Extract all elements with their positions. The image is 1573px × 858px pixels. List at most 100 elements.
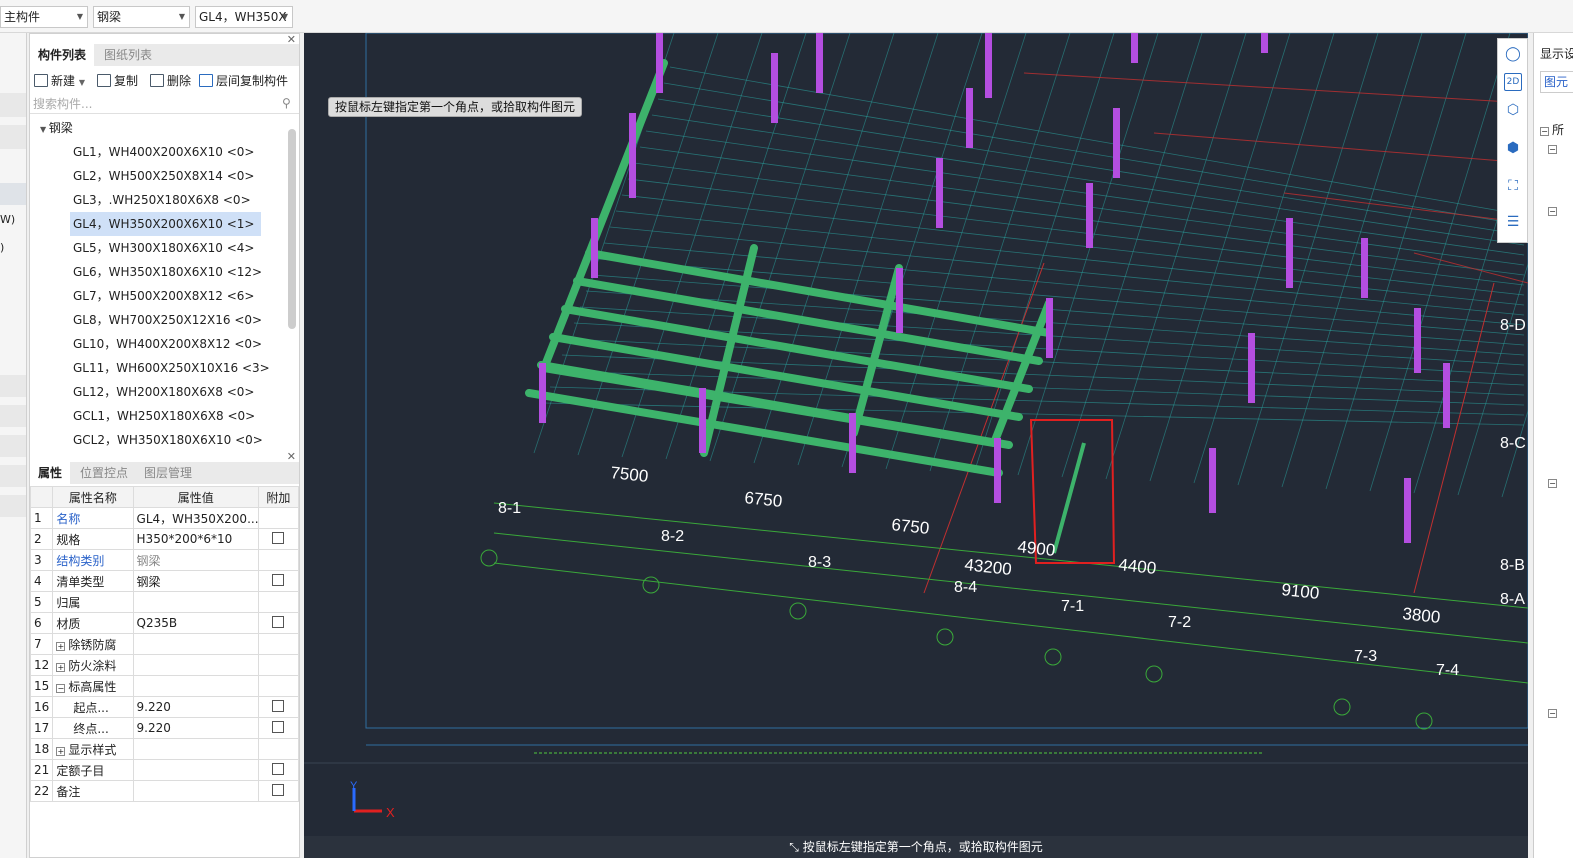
collapse-icon[interactable]: − bbox=[1548, 705, 1560, 719]
tab-drawing-list[interactable]: 图纸列表 bbox=[96, 44, 160, 66]
component-list-item[interactable]: GL5，WH300X180X6X10 <4> bbox=[70, 236, 254, 260]
orbit-icon[interactable]: ◯ bbox=[1502, 43, 1524, 65]
property-row[interactable]: 18 + 显示样式 bbox=[29, 738, 300, 760]
nav-item[interactable] bbox=[0, 93, 26, 117]
property-value[interactable] bbox=[132, 654, 259, 676]
property-row[interactable]: 17 终点... 9.220 bbox=[29, 717, 300, 739]
tab-properties[interactable]: 属性 bbox=[30, 462, 71, 484]
property-row[interactable]: 12 + 防火涂料 bbox=[29, 654, 300, 676]
attach-checkbox[interactable] bbox=[272, 720, 285, 733]
component-list-item[interactable]: GL11，WH600X250X10X16 <3> bbox=[70, 356, 270, 380]
property-row[interactable]: 7 + 除锈防腐 bbox=[29, 633, 300, 655]
property-value[interactable] bbox=[132, 780, 259, 802]
tree-scrollbar[interactable] bbox=[288, 129, 296, 329]
component-list-item[interactable]: GL3，.WH250X180X6X8 <0> bbox=[70, 188, 251, 212]
expand-icon[interactable]: + bbox=[56, 746, 66, 756]
property-value[interactable] bbox=[132, 675, 259, 697]
property-value[interactable]: H350*200*6*10 bbox=[132, 528, 259, 550]
property-row[interactable]: 1 名称 GL4，WH350X200... bbox=[29, 507, 300, 529]
tab-elements[interactable]: 图元 bbox=[1540, 71, 1573, 93]
property-value[interactable] bbox=[132, 738, 259, 760]
property-name-text: 归属 bbox=[56, 595, 81, 610]
property-value[interactable] bbox=[132, 633, 259, 655]
property-value[interactable]: 钢梁 bbox=[132, 570, 259, 592]
nav-item[interactable] bbox=[0, 375, 26, 397]
attach-checkbox[interactable] bbox=[272, 615, 285, 628]
cad-drawing[interactable]: 7500 6750 6750 432004900 4400 9100 3800 8-1 8-2 8… bbox=[304, 33, 1528, 836]
collapse-icon[interactable]: − bbox=[1548, 203, 1560, 217]
component-category-value: 钢梁 bbox=[97, 10, 122, 24]
dimension-label: 4400 bbox=[1118, 555, 1158, 578]
tree-root[interactable]: ▼ 钢梁 bbox=[40, 116, 73, 140]
attach-checkbox[interactable] bbox=[272, 699, 285, 712]
property-value[interactable]: 9.220 bbox=[132, 696, 259, 718]
nav-item-paren[interactable]: ) bbox=[0, 241, 4, 254]
2d-icon[interactable]: 2D bbox=[1504, 73, 1522, 91]
nav-item[interactable] bbox=[0, 405, 26, 427]
expand-icon[interactable]: + bbox=[56, 641, 66, 651]
property-row[interactable]: 2 规格 H350*200*6*10 bbox=[29, 528, 300, 550]
attach-checkbox[interactable] bbox=[272, 573, 285, 586]
property-row[interactable]: 15− 标高属性 bbox=[29, 675, 300, 697]
property-row[interactable]: 16 起点... 9.220 bbox=[29, 696, 300, 718]
nav-item[interactable] bbox=[0, 495, 26, 517]
collapse-icon[interactable]: − bbox=[1548, 475, 1560, 489]
copy-button[interactable]: 复制 bbox=[97, 71, 138, 91]
search-icon[interactable]: ⚲ bbox=[282, 96, 291, 110]
component-list-item[interactable]: GL7，WH500X200X8X12 <6> bbox=[70, 284, 254, 308]
property-row[interactable]: 5 归属 bbox=[29, 591, 300, 613]
tab-layer-management[interactable]: 图层管理 bbox=[136, 462, 200, 484]
attach-checkbox[interactable] bbox=[272, 531, 285, 544]
nav-item-w[interactable]: W) bbox=[0, 213, 15, 226]
property-row[interactable]: 4 清单类型 钢梁 bbox=[29, 570, 300, 592]
component-list-item[interactable]: GL4，WH350X200X6X10 <1> bbox=[70, 212, 261, 236]
cad-canvas[interactable]: 7500 6750 6750 43200 4900 4400 9100 3800 8-1 8-2 8… bbox=[304, 33, 1528, 836]
component-list-item[interactable]: GL6，WH350X180X6X10 <12> bbox=[70, 260, 262, 284]
delete-button[interactable]: 删除 bbox=[150, 71, 191, 91]
solid-box-icon[interactable]: ⬢ bbox=[1502, 137, 1524, 159]
floor-copy-button[interactable]: 层间复制构件 bbox=[199, 71, 288, 91]
component-list-item[interactable]: GL1，WH400X200X6X10 <0> bbox=[70, 140, 254, 164]
component-list-item[interactable]: GL12，WH200X180X6X8 <0> bbox=[70, 380, 254, 404]
property-value[interactable]: 9.220 bbox=[132, 717, 259, 739]
component-list-item[interactable]: GCL2，WH350X180X6X10 <0> bbox=[70, 428, 263, 452]
property-row[interactable]: 6 材质 Q235B bbox=[29, 612, 300, 634]
property-row[interactable]: 3 结构类别 钢梁 bbox=[29, 549, 300, 571]
property-name: 清单类型 bbox=[52, 570, 134, 592]
property-value[interactable]: Q235B bbox=[132, 612, 259, 634]
nav-item[interactable] bbox=[0, 125, 26, 149]
nav-item[interactable] bbox=[0, 435, 26, 457]
axis-bubble bbox=[1145, 665, 1163, 683]
component-name-combo[interactable]: GL4，WH350X ▼ bbox=[195, 6, 293, 28]
nav-item-selected[interactable] bbox=[0, 183, 26, 205]
properties-icon[interactable]: ☰ bbox=[1502, 211, 1524, 233]
axis-label: 7-1 bbox=[1061, 598, 1084, 615]
property-value[interactable] bbox=[132, 591, 259, 613]
component-type-combo[interactable]: 主构件 ▼ bbox=[0, 6, 88, 28]
component-list-item[interactable]: GL2，WH500X250X8X14 <0> bbox=[70, 164, 254, 188]
expand-icon[interactable]: + bbox=[56, 662, 66, 672]
tab-component-list[interactable]: 构件列表 bbox=[30, 44, 95, 66]
component-tabbar: 构件列表 图纸列表 bbox=[30, 44, 299, 66]
3d-box-icon[interactable]: ⬡ bbox=[1502, 99, 1524, 121]
component-list-item[interactable]: GCL1，WH250X180X6X8 <0> bbox=[70, 404, 255, 428]
component-category-combo[interactable]: 钢梁 ▼ bbox=[93, 6, 190, 28]
tree-item[interactable]: − 所 bbox=[1540, 121, 1564, 138]
property-row[interactable]: 21 定额子目 bbox=[29, 759, 300, 781]
tab-position-points[interactable]: 位置控点 bbox=[72, 462, 136, 484]
collapse-icon[interactable]: − bbox=[1548, 141, 1560, 155]
component-list-item[interactable]: GL10，WH400X200X8X12 <0> bbox=[70, 332, 262, 356]
property-value[interactable] bbox=[132, 759, 259, 781]
collapse-icon[interactable]: − bbox=[56, 683, 66, 693]
property-row[interactable]: 22 备注 bbox=[29, 780, 300, 802]
property-value[interactable]: GL4，WH350X200... bbox=[132, 507, 259, 529]
search-input[interactable]: 搜索构件... bbox=[30, 94, 299, 114]
attach-checkbox[interactable] bbox=[272, 762, 285, 775]
property-value[interactable]: 钢梁 bbox=[132, 549, 259, 571]
steel-column bbox=[771, 53, 778, 123]
attach-checkbox[interactable] bbox=[272, 783, 285, 796]
new-button[interactable]: 新建 ▼ bbox=[34, 71, 85, 91]
component-list-item[interactable]: GL8，WH700X250X12X16 <0> bbox=[70, 308, 262, 332]
nav-item[interactable] bbox=[0, 465, 26, 487]
fit-view-icon[interactable]: ⛶ bbox=[1502, 175, 1524, 197]
